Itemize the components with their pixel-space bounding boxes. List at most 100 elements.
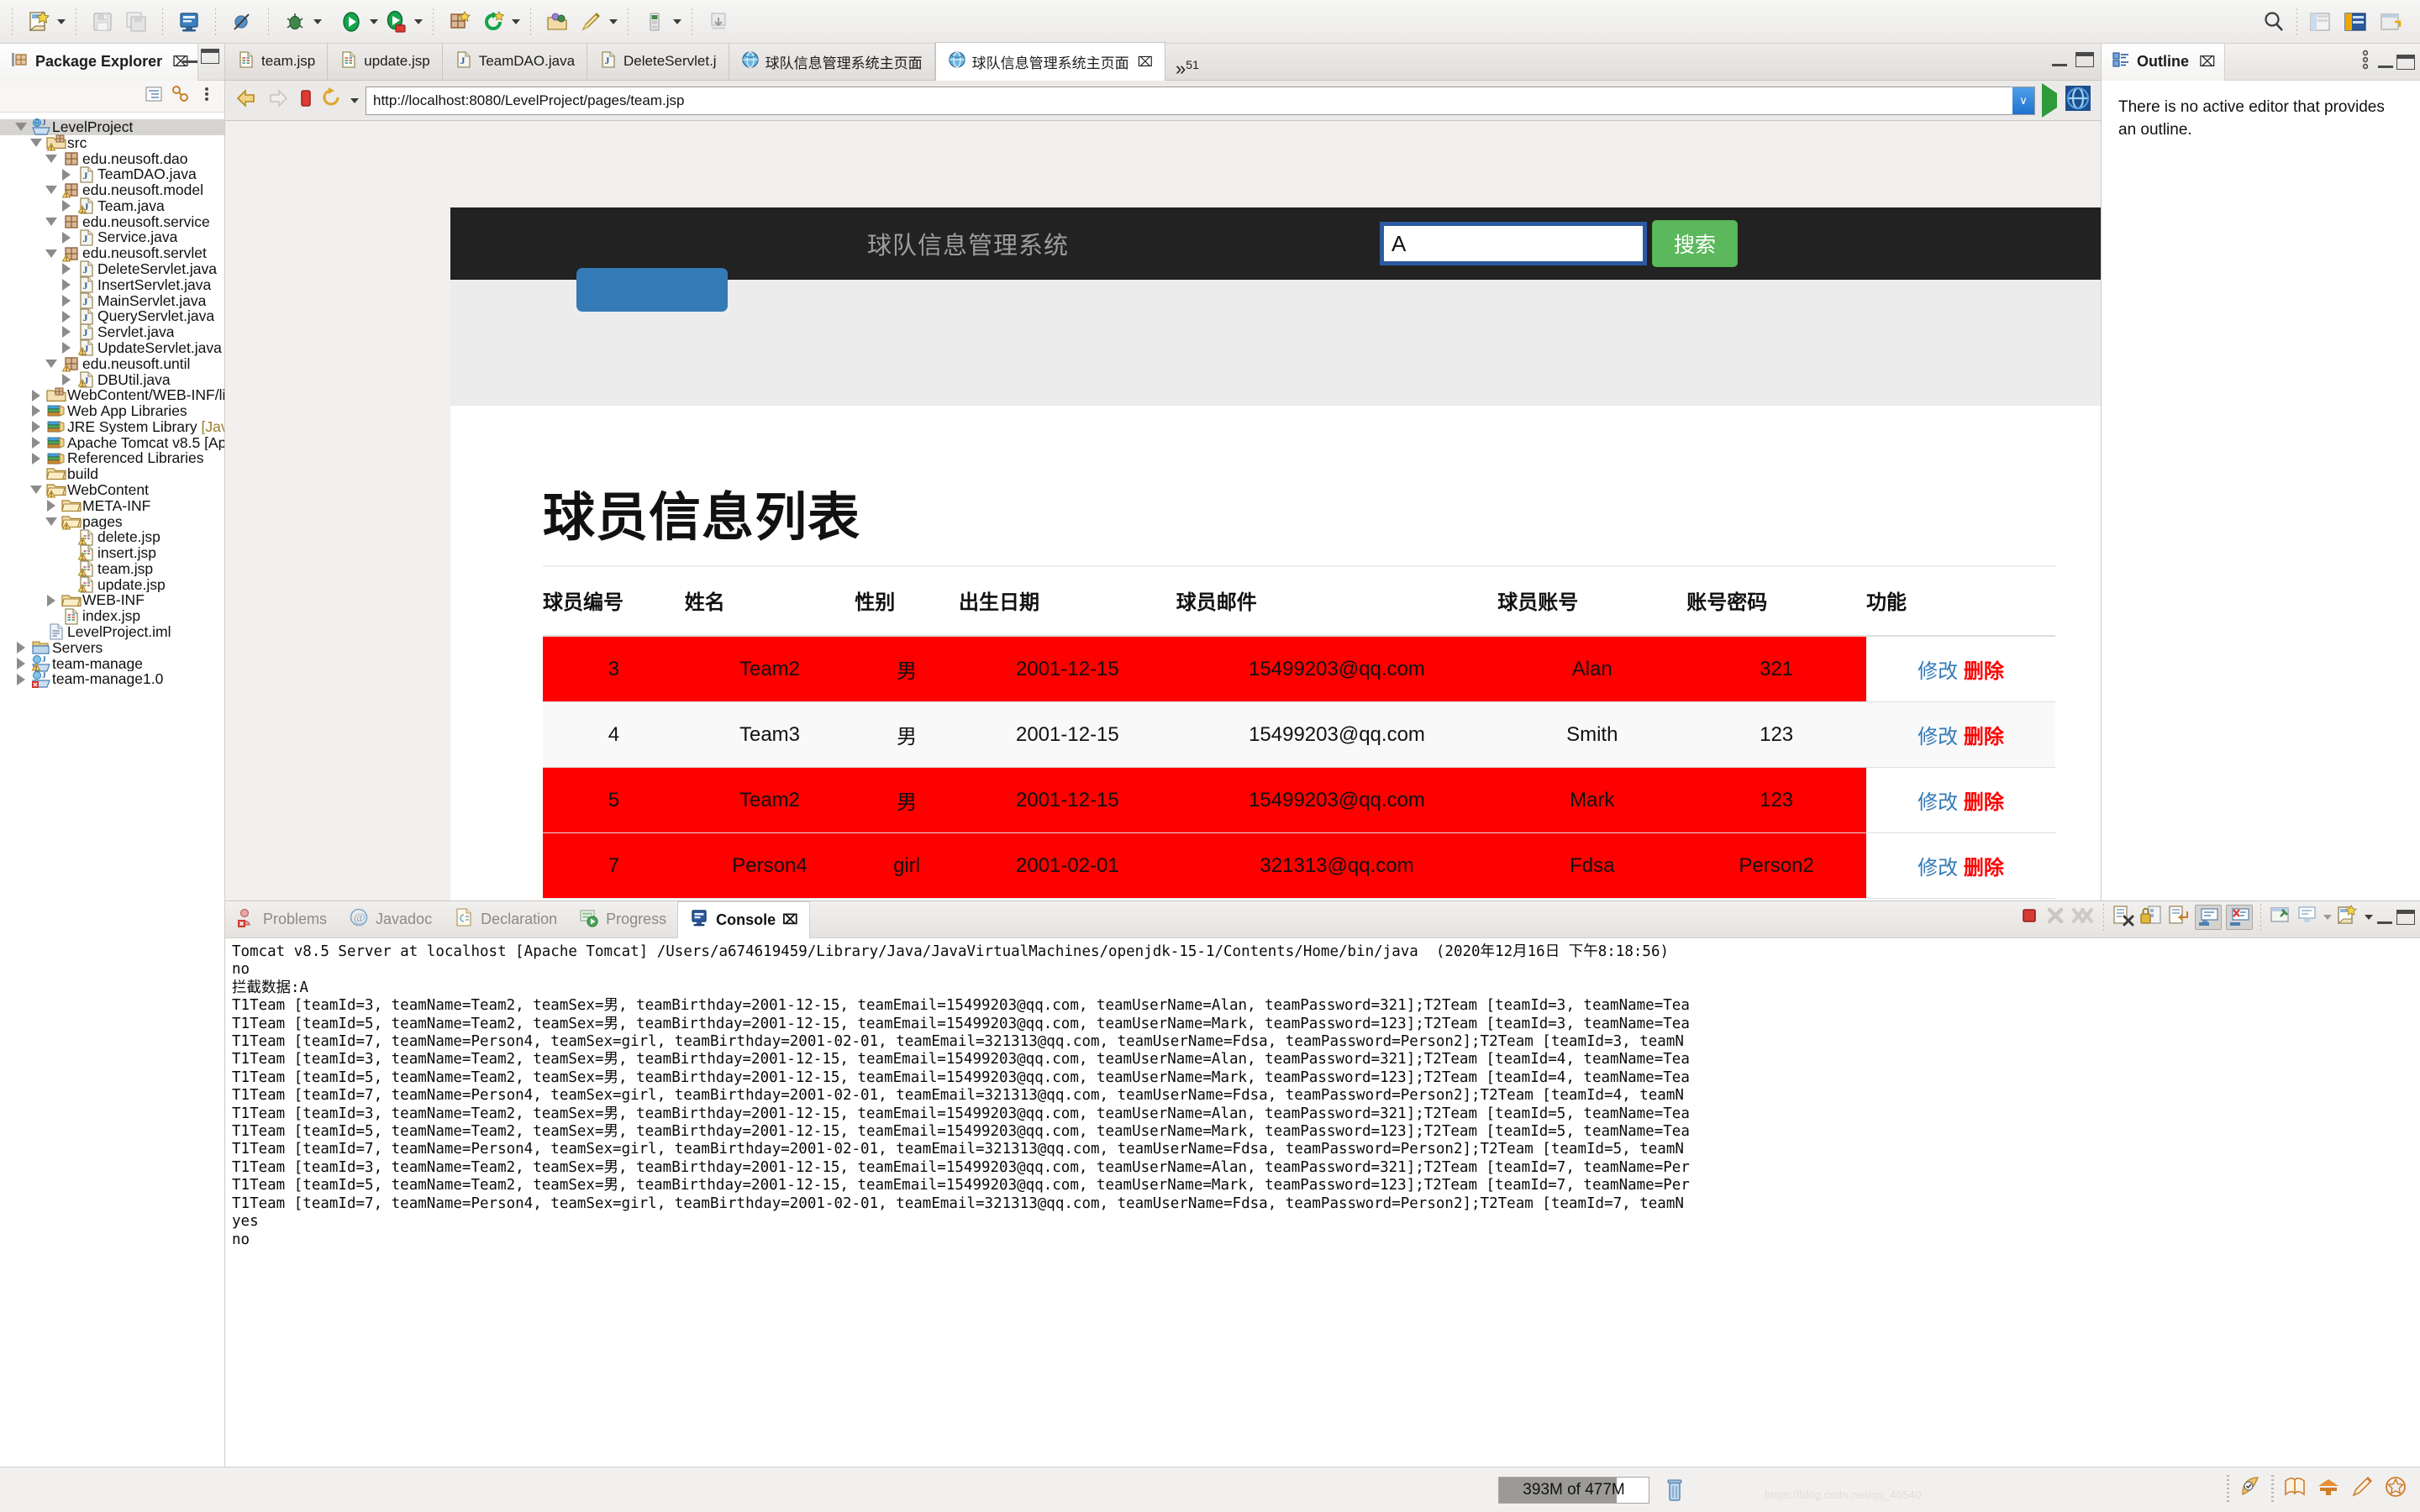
tree-item-team-manage[interactable]: Jteam-manage xyxy=(0,656,224,672)
tree-item-edu-neusoft-service[interactable]: edu.neusoft.service xyxy=(0,214,224,230)
chevron-right-icon[interactable] xyxy=(57,326,76,338)
refresh-icon[interactable] xyxy=(477,6,509,38)
tree-item-service-java[interactable]: JService.java xyxy=(0,229,224,245)
chevron-right-icon[interactable] xyxy=(27,421,45,433)
tree-item-dbutil-java[interactable]: JDBUtil.java xyxy=(0,372,224,388)
new-wizard-dropdown-arrow-icon[interactable] xyxy=(57,19,66,24)
editor-tabbar[interactable]: team.jspupdate.jspJTeamDAO.javaJDeleteSe… xyxy=(225,44,2101,81)
display-console-dropdown-arrow-icon[interactable] xyxy=(2323,915,2332,920)
console-tab-problems[interactable]: Problems xyxy=(225,901,338,938)
chevron-right-icon[interactable] xyxy=(42,595,60,606)
tree-item-levelproject[interactable]: JLevelProject xyxy=(0,119,224,135)
view-menu-icon[interactable] xyxy=(197,85,216,108)
close-icon[interactable]: ⌧ xyxy=(2199,54,2216,71)
editor-tab-5[interactable]: 球队信息管理系统主页面⌧ xyxy=(935,42,1165,81)
coverage-dropdown-arrow-icon[interactable] xyxy=(673,19,681,24)
chevron-right-icon[interactable] xyxy=(42,500,60,512)
chevron-right-icon[interactable] xyxy=(57,279,76,291)
open-console-dropdown-arrow-icon[interactable] xyxy=(2365,915,2373,920)
delete-link[interactable]: 删除 xyxy=(1964,857,2004,879)
maximize-icon[interactable] xyxy=(2396,55,2415,70)
tree-item-servlet-java[interactable]: JServlet.java xyxy=(0,324,224,340)
show-console-on-output-icon[interactable] xyxy=(2195,905,2222,930)
tab-package-explorer[interactable]: Package Explorer ⌧ xyxy=(0,44,198,81)
terminate-icon[interactable] xyxy=(2018,905,2040,931)
search-icon[interactable] xyxy=(2258,6,2290,38)
chevron-down-icon[interactable] xyxy=(42,186,60,194)
tree-item-meta-inf[interactable]: META-INF xyxy=(0,498,224,514)
tree-item-pages[interactable]: pages xyxy=(0,514,224,530)
run-external-tools-icon[interactable] xyxy=(380,6,412,38)
refresh-dropdown-arrow-icon[interactable] xyxy=(350,98,359,103)
tree-item-webcontent-web-inf-lib[interactable]: WebContent/WEB-INF/lib xyxy=(0,387,224,403)
delete-link[interactable]: 删除 xyxy=(1964,726,2004,748)
tree-item-update-jsp[interactable]: update.jsp xyxy=(0,577,224,593)
chevron-right-icon[interactable] xyxy=(27,437,45,449)
tree-item-updateservlet-java[interactable]: JUpdateServlet.java xyxy=(0,340,224,356)
chevron-right-icon[interactable] xyxy=(27,390,45,402)
open-console-icon[interactable] xyxy=(2336,905,2360,931)
tree-item-levelproject-iml[interactable]: LevelProject.iml xyxy=(0,624,224,640)
chevron-right-icon[interactable] xyxy=(57,200,76,212)
server-icon[interactable] xyxy=(173,6,205,38)
editor-tab-0[interactable]: team.jsp xyxy=(225,43,328,80)
minimize-icon[interactable] xyxy=(2377,921,2392,924)
delete-link[interactable]: 删除 xyxy=(1964,660,2004,683)
tree-item-apache-tomcat-v8-5-apache-tomca[interactable]: Apache Tomcat v8.5 [Apache Tomca xyxy=(0,435,224,451)
chevron-down-icon[interactable] xyxy=(27,486,45,494)
package-explorer-tree[interactable]: JLevelProjectsrcedu.neusoft.daoJTeamDAO.… xyxy=(0,113,224,687)
nav-button-partial[interactable] xyxy=(576,268,728,312)
save-all-icon[interactable] xyxy=(120,6,152,38)
chevron-right-icon[interactable] xyxy=(12,674,30,685)
chevron-down-icon[interactable] xyxy=(42,155,60,163)
tree-item-team-java[interactable]: JTeam.java xyxy=(0,198,224,214)
display-selected-console-icon[interactable] xyxy=(2296,906,2318,930)
run-dropdown-arrow-icon[interactable] xyxy=(370,19,378,24)
pin-console-icon[interactable] xyxy=(2269,905,2292,931)
editor-tab-overflow[interactable]: »51 xyxy=(1165,55,1209,80)
tree-item-index-jsp[interactable]: index.jsp xyxy=(0,608,224,624)
chevron-right-icon[interactable] xyxy=(27,453,45,465)
debug-icon[interactable] xyxy=(279,6,311,38)
edit-link[interactable]: 修改 xyxy=(1918,726,1958,748)
console-tab-progress[interactable]: Progress xyxy=(568,901,677,938)
editor-tab-2[interactable]: JTeamDAO.java xyxy=(443,43,587,80)
skip-breakpoints-icon[interactable] xyxy=(226,6,258,38)
close-icon[interactable]: ⌧ xyxy=(1138,54,1153,71)
search-button[interactable]: 搜索 xyxy=(1652,220,1738,267)
save-icon[interactable] xyxy=(87,6,118,38)
new-java-package-icon[interactable] xyxy=(444,6,476,38)
url-input[interactable]: http://localhost:8080/LevelProject/pages… xyxy=(366,87,2035,115)
tree-item-edu-neusoft-model[interactable]: edu.neusoft.model xyxy=(0,182,224,198)
chevron-right-icon[interactable] xyxy=(27,405,45,417)
collapse-all-icon[interactable] xyxy=(144,84,164,108)
tree-item-web-inf[interactable]: WEB-INF xyxy=(0,592,224,608)
annotate-dropdown-arrow-icon[interactable] xyxy=(609,19,618,24)
chevron-right-icon[interactable] xyxy=(57,342,76,354)
clear-console-icon[interactable] xyxy=(2112,905,2135,931)
minimize-icon[interactable] xyxy=(2052,63,2067,66)
perspective-java-icon[interactable] xyxy=(2339,6,2371,38)
chevron-down-icon[interactable] xyxy=(42,218,60,226)
refresh-icon[interactable] xyxy=(321,87,343,114)
search-input[interactable]: A xyxy=(1380,222,1647,265)
tree-item-web-app-libraries[interactable]: Web App Libraries xyxy=(0,403,224,419)
tree-item-referenced-libraries[interactable]: Referenced Libraries xyxy=(0,450,224,466)
chevron-right-icon[interactable] xyxy=(57,263,76,275)
scroll-lock-icon[interactable] xyxy=(2139,905,2163,931)
tree-item-src[interactable]: src xyxy=(0,135,224,151)
view-menu-icon[interactable] xyxy=(2356,49,2375,75)
chevron-right-icon[interactable] xyxy=(57,169,76,181)
run-icon[interactable] xyxy=(335,6,367,38)
minimize-icon[interactable] xyxy=(2378,65,2393,68)
console-tab-javadoc[interactable]: @Javadoc xyxy=(338,901,443,938)
trash-icon[interactable] xyxy=(1660,1475,1690,1505)
tree-item-build[interactable]: build xyxy=(0,466,224,482)
link-with-editor-icon[interactable] xyxy=(171,84,191,108)
perspective-open-icon[interactable] xyxy=(2375,6,2407,38)
new-wizard-icon[interactable] xyxy=(23,6,55,38)
minimize-icon[interactable] xyxy=(182,60,197,63)
chevron-down-icon[interactable] xyxy=(12,123,30,131)
tree-item-deleteservlet-java[interactable]: JDeleteServlet.java xyxy=(0,261,224,277)
chevron-right-icon[interactable] xyxy=(57,311,76,323)
